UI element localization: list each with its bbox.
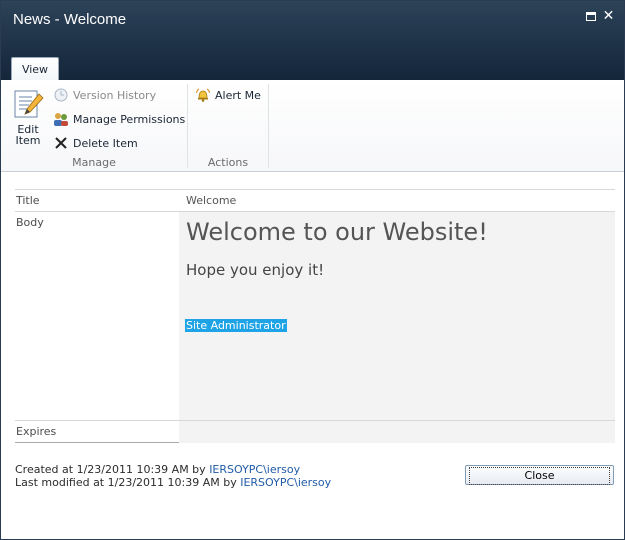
edit-document-icon <box>14 90 44 118</box>
field-row-title: Title Welcome <box>15 189 615 211</box>
ribbon: Edit Item Version History Manage Permiss… <box>1 80 624 172</box>
field-label-expires: Expires <box>16 425 57 438</box>
ribbon-group-manage: Edit Item Version History Manage Permiss… <box>1 80 187 172</box>
modified-text: Last modified at 1/23/2011 10:39 AM by <box>15 476 241 489</box>
item-metadata: Created at 1/23/2011 10:39 AM by IERSOYP… <box>15 463 331 489</box>
delete-item-label: Delete Item <box>73 136 138 150</box>
modified-by-link[interactable]: IERSOYPC\iersoy <box>240 476 331 489</box>
created-text: Created at 1/23/2011 10:39 AM by <box>15 463 210 476</box>
version-history-button[interactable]: Version History <box>53 85 156 105</box>
alert-me-label: Alert Me <box>215 88 261 102</box>
field-row-expires: Expires <box>15 420 615 443</box>
field-value-body: Welcome to our Website! Hope you enjoy i… <box>179 212 615 420</box>
dialog-title: News - Welcome <box>13 11 127 28</box>
field-value-expires <box>179 421 615 443</box>
field-label-body: Body <box>16 216 44 229</box>
body-subheading: Hope you enjoy it! <box>186 261 325 279</box>
group-label-manage: Manage <box>72 156 116 169</box>
ribbon-group-actions: Alert Me Actions <box>188 80 268 172</box>
created-line: Created at 1/23/2011 10:39 AM by IERSOYP… <box>15 463 331 476</box>
permissions-icon <box>54 113 68 126</box>
manage-permissions-label: Manage Permissions <box>73 112 186 126</box>
view-item-dialog: News - Welcome ✕ View Edit Item Version … <box>0 0 625 540</box>
ribbon-separator <box>268 84 269 168</box>
field-value-title: Welcome <box>179 190 615 211</box>
version-history-label: Version History <box>73 88 157 102</box>
field-row-body: Body Welcome to our Website! Hope you en… <box>15 211 615 420</box>
manage-permissions-button[interactable]: Manage Permissions <box>53 109 185 129</box>
close-button-label: Close <box>469 467 610 485</box>
maximize-icon[interactable] <box>584 10 597 23</box>
field-label-title: Title <box>16 194 40 207</box>
edit-item-button[interactable]: Edit Item <box>9 88 47 146</box>
version-history-icon <box>54 88 68 102</box>
bell-icon <box>196 88 210 102</box>
alert-me-button[interactable]: Alert Me <box>195 85 261 105</box>
edit-item-label: Edit Item <box>15 123 41 147</box>
tab-view[interactable]: View <box>11 57 59 81</box>
close-icon[interactable]: ✕ <box>602 9 615 23</box>
title-bar: News - Welcome ✕ View <box>1 1 624 81</box>
delete-item-button[interactable]: Delete Item <box>53 133 138 153</box>
created-by-link[interactable]: IERSOYPC\iersoy <box>209 463 300 476</box>
body-signature: Site Administrator <box>185 319 287 332</box>
title-value: Welcome <box>186 194 237 207</box>
group-label-actions: Actions <box>207 156 249 169</box>
delete-icon <box>55 137 67 149</box>
modified-line: Last modified at 1/23/2011 10:39 AM by I… <box>15 476 331 489</box>
close-button[interactable]: Close <box>465 465 614 485</box>
body-heading: Welcome to our Website! <box>186 218 488 246</box>
